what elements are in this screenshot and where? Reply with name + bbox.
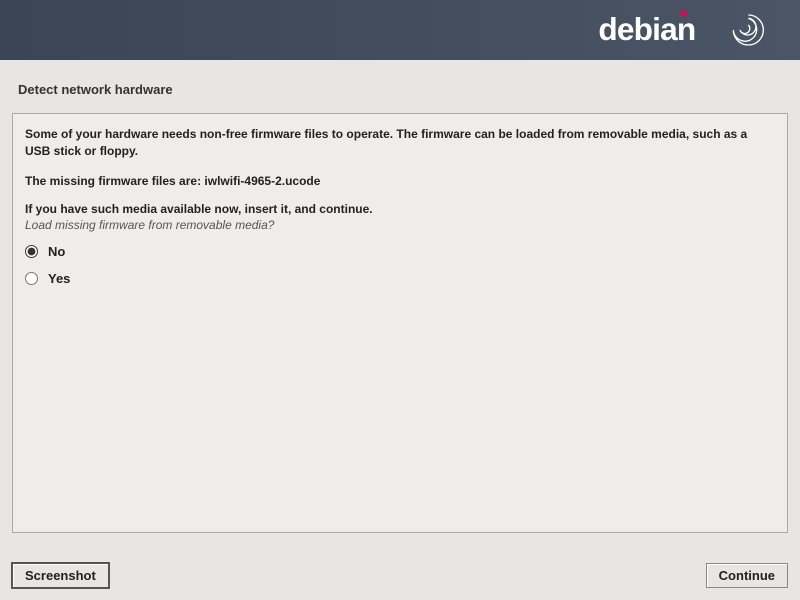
page-title: Detect network hardware bbox=[0, 60, 800, 113]
continue-button[interactable]: Continue bbox=[706, 563, 788, 588]
radio-no-input[interactable] bbox=[25, 245, 38, 258]
header-banner: debian bbox=[0, 0, 800, 60]
info-text: Some of your hardware needs non-free fir… bbox=[25, 126, 775, 160]
radio-yes-label: Yes bbox=[48, 271, 70, 286]
radio-no-label: No bbox=[48, 244, 65, 259]
content-panel: Some of your hardware needs non-free fir… bbox=[12, 113, 788, 533]
debian-logo: debian bbox=[590, 5, 790, 55]
button-bar: Screenshot Continue bbox=[12, 563, 788, 588]
insert-text: If you have such media available now, in… bbox=[25, 202, 775, 216]
radio-option-yes[interactable]: Yes bbox=[25, 271, 775, 286]
screenshot-button[interactable]: Screenshot bbox=[12, 563, 109, 588]
svg-text:debian: debian bbox=[598, 11, 695, 47]
radio-yes-input[interactable] bbox=[25, 272, 38, 285]
missing-label: The missing firmware files are: bbox=[25, 174, 204, 188]
radio-option-no[interactable]: No bbox=[25, 244, 775, 259]
question-text: Load missing firmware from removable med… bbox=[25, 218, 775, 232]
missing-files-value: iwlwifi-4965-2.ucode bbox=[204, 174, 320, 188]
missing-files-text: The missing firmware files are: iwlwifi-… bbox=[25, 174, 775, 188]
